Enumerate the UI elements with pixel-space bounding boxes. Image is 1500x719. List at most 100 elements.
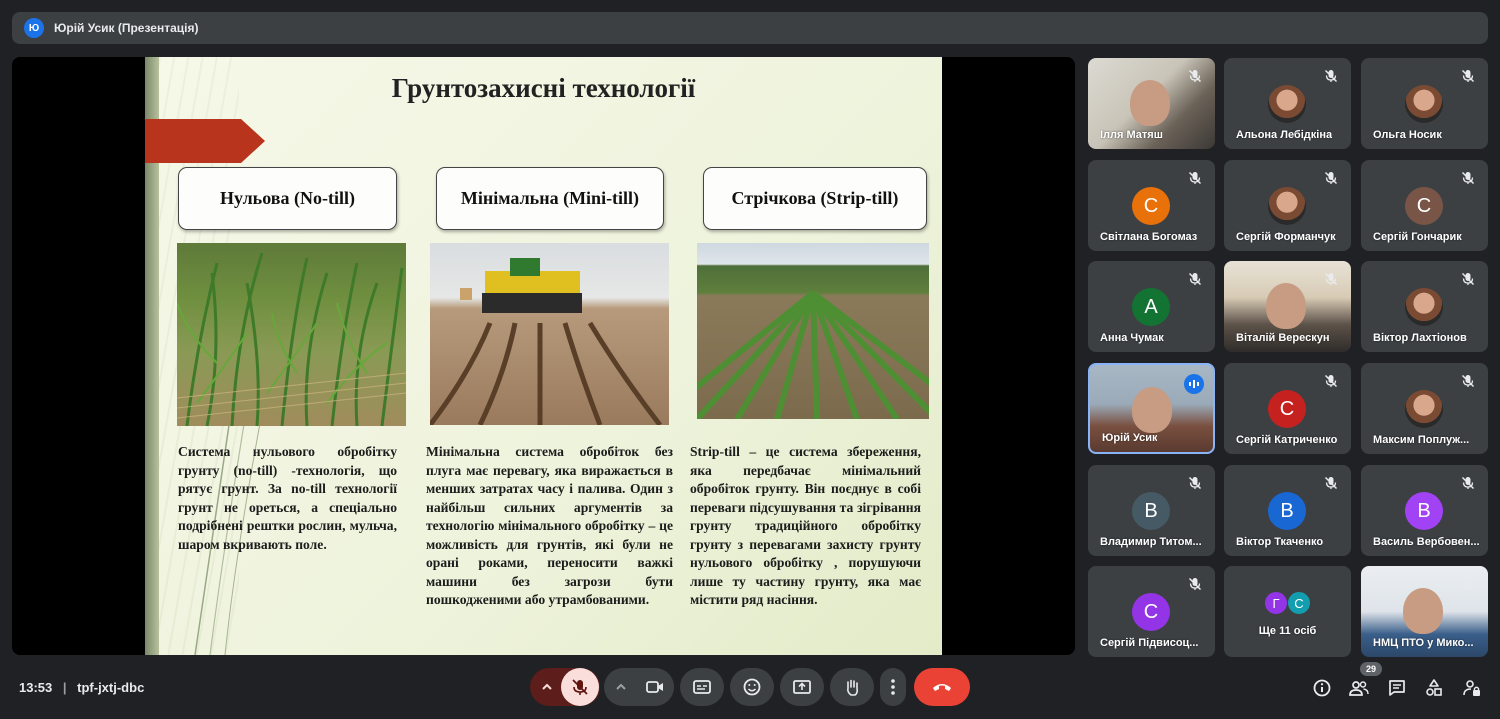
slide: Грунтозахисні технології Нульова (No-til…: [145, 57, 942, 655]
mic-toggle-button[interactable]: [561, 668, 599, 706]
hand-icon: [847, 679, 859, 696]
participant-video: [1132, 387, 1172, 433]
mic-off-icon: [1323, 68, 1339, 84]
participant-name: Ілля Матяш: [1100, 129, 1163, 141]
mic-off-icon: [1187, 576, 1203, 592]
end-call-button[interactable]: [914, 668, 970, 706]
slide-red-arrow: [145, 119, 265, 163]
chevron-up-icon: [616, 683, 626, 690]
participant-name: Альона Лебідкіна: [1236, 129, 1333, 141]
participant-tile[interactable]: С Сергій Катриченко: [1224, 363, 1351, 454]
heading-mini-till: Мінімальна (Mini-till): [436, 167, 664, 230]
camera-options-button[interactable]: [604, 668, 638, 706]
meeting-info-separator: |: [62, 680, 67, 695]
info-icon: [1313, 679, 1331, 697]
host-controls-button[interactable]: [1461, 677, 1483, 699]
mic-off-icon: [1460, 576, 1476, 592]
chevron-up-icon: [542, 683, 552, 690]
participant-name: Світлана Богомаз: [1100, 231, 1198, 243]
mic-off-icon: [1323, 373, 1339, 389]
chat-button[interactable]: [1386, 677, 1408, 699]
no-till-description: Система нульового обробітку грунту (no-t…: [178, 444, 397, 552]
mic-options-button[interactable]: [530, 668, 564, 706]
mic-off-icon: [1187, 475, 1203, 491]
meeting-info: 13:53 | tpf-jxtj-dbc: [19, 680, 144, 695]
participant-avatar: С: [1405, 187, 1443, 225]
meeting-code[interactable]: tpf-jxtj-dbc: [77, 680, 144, 695]
meeting-details-button[interactable]: [1311, 677, 1333, 699]
participant-tile[interactable]: Юрій Усик: [1088, 363, 1215, 454]
participant-avatar: А: [1132, 288, 1170, 326]
mic-off-icon: [1187, 68, 1203, 84]
present-icon: [793, 680, 811, 694]
participant-tile[interactable]: В Віктор Ткаченко: [1224, 465, 1351, 556]
presenter-title: Юрій Усик (Презентація): [54, 21, 199, 35]
call-end-icon: [933, 684, 951, 691]
participant-video: [1130, 80, 1170, 126]
mic-off-icon: [1187, 271, 1203, 287]
mini-till-photo: [430, 243, 669, 425]
presentation-stage: Грунтозахисні технології Нульова (No-til…: [12, 57, 1075, 655]
captions-icon: [693, 680, 711, 694]
participant-avatar: [1268, 85, 1306, 123]
lock-person-icon: [1463, 680, 1480, 696]
participant-tile[interactable]: НМЦ ПТО у Мико...: [1361, 566, 1488, 657]
activities-icon: [1426, 679, 1442, 696]
present-button[interactable]: [780, 668, 824, 706]
participant-tile[interactable]: С Світлана Богомаз: [1088, 160, 1215, 251]
videocam-icon: [646, 681, 663, 693]
participant-tile[interactable]: Максим Поплуж...: [1361, 363, 1488, 454]
participant-avatar: [1405, 85, 1443, 123]
participant-video: [1403, 588, 1443, 634]
participant-name: Віталій Верескун: [1236, 332, 1330, 344]
participant-video: [1266, 283, 1306, 329]
mini-till-description: Мінімальна система обробіток без плуга м…: [426, 444, 673, 607]
participant-tile[interactable]: Г С Ще 11 осіб: [1224, 566, 1351, 657]
participant-tile[interactable]: Віктор Лахтіонов: [1361, 261, 1488, 352]
camera-toggle-button[interactable]: [636, 668, 674, 706]
participant-tile[interactable]: Ольга Носик: [1361, 58, 1488, 149]
heading-no-till: Нульова (No-till): [178, 167, 397, 230]
participant-name: Владимир Титом...: [1100, 536, 1202, 548]
mic-off-icon: [1460, 373, 1476, 389]
participant-tile[interactable]: С Сергій Гончарик: [1361, 160, 1488, 251]
slide-title: Грунтозахисні технології: [391, 73, 696, 103]
participant-avatar: С: [1268, 390, 1306, 428]
raise-hand-button[interactable]: [830, 668, 874, 706]
emoji-icon: [743, 678, 761, 696]
participant-name: Ще 11 осіб: [1258, 625, 1317, 637]
captions-button[interactable]: [680, 668, 724, 706]
more-options-button[interactable]: [880, 668, 906, 706]
strip-till-description: Strip-till – це система збереження, яка …: [690, 444, 921, 607]
participant-name: Ольга Носик: [1373, 129, 1442, 141]
activities-button[interactable]: [1423, 677, 1445, 699]
mic-off-icon: [1460, 475, 1476, 491]
participant-tile[interactable]: В Владимир Титом...: [1088, 465, 1215, 556]
participant-tile[interactable]: Сергій Форманчук: [1224, 160, 1351, 251]
participant-tile[interactable]: С Сергій Підвисоц...: [1088, 566, 1215, 657]
mic-off-icon: [1323, 271, 1339, 287]
presenter-bar: Ю Юрій Усик (Презентація): [12, 12, 1488, 44]
people-button[interactable]: [1348, 677, 1370, 699]
participant-tile[interactable]: Віталій Верескун: [1224, 261, 1351, 352]
mic-off-icon: [1460, 68, 1476, 84]
participant-name: Василь Вербовен...: [1373, 536, 1480, 548]
participant-tile[interactable]: А Анна Чумак: [1088, 261, 1215, 352]
no-till-photo: [177, 243, 406, 426]
heading-strip-till: Стрічкова (Strip-till): [703, 167, 927, 230]
participant-name: Віктор Ткаченко: [1236, 536, 1324, 548]
emoji-button[interactable]: [730, 668, 774, 706]
presenter-avatar: Ю: [24, 18, 44, 38]
participant-tile[interactable]: Альона Лебідкіна: [1224, 58, 1351, 149]
participant-avatar: С: [1132, 593, 1170, 631]
mic-off-icon: [1460, 170, 1476, 186]
people-count-badge: 29: [1360, 662, 1382, 676]
participant-tile[interactable]: В Василь Вербовен...: [1361, 465, 1488, 556]
participant-avatar: [1268, 187, 1306, 225]
participant-name: Сергій Катриченко: [1236, 434, 1338, 446]
speaking-indicator-icon: [1184, 374, 1204, 394]
participant-avatar: Г: [1264, 591, 1288, 615]
chat-icon: [1389, 680, 1405, 696]
more-vert-icon: [891, 679, 895, 695]
participant-tile[interactable]: Ілля Матяш: [1088, 58, 1215, 149]
